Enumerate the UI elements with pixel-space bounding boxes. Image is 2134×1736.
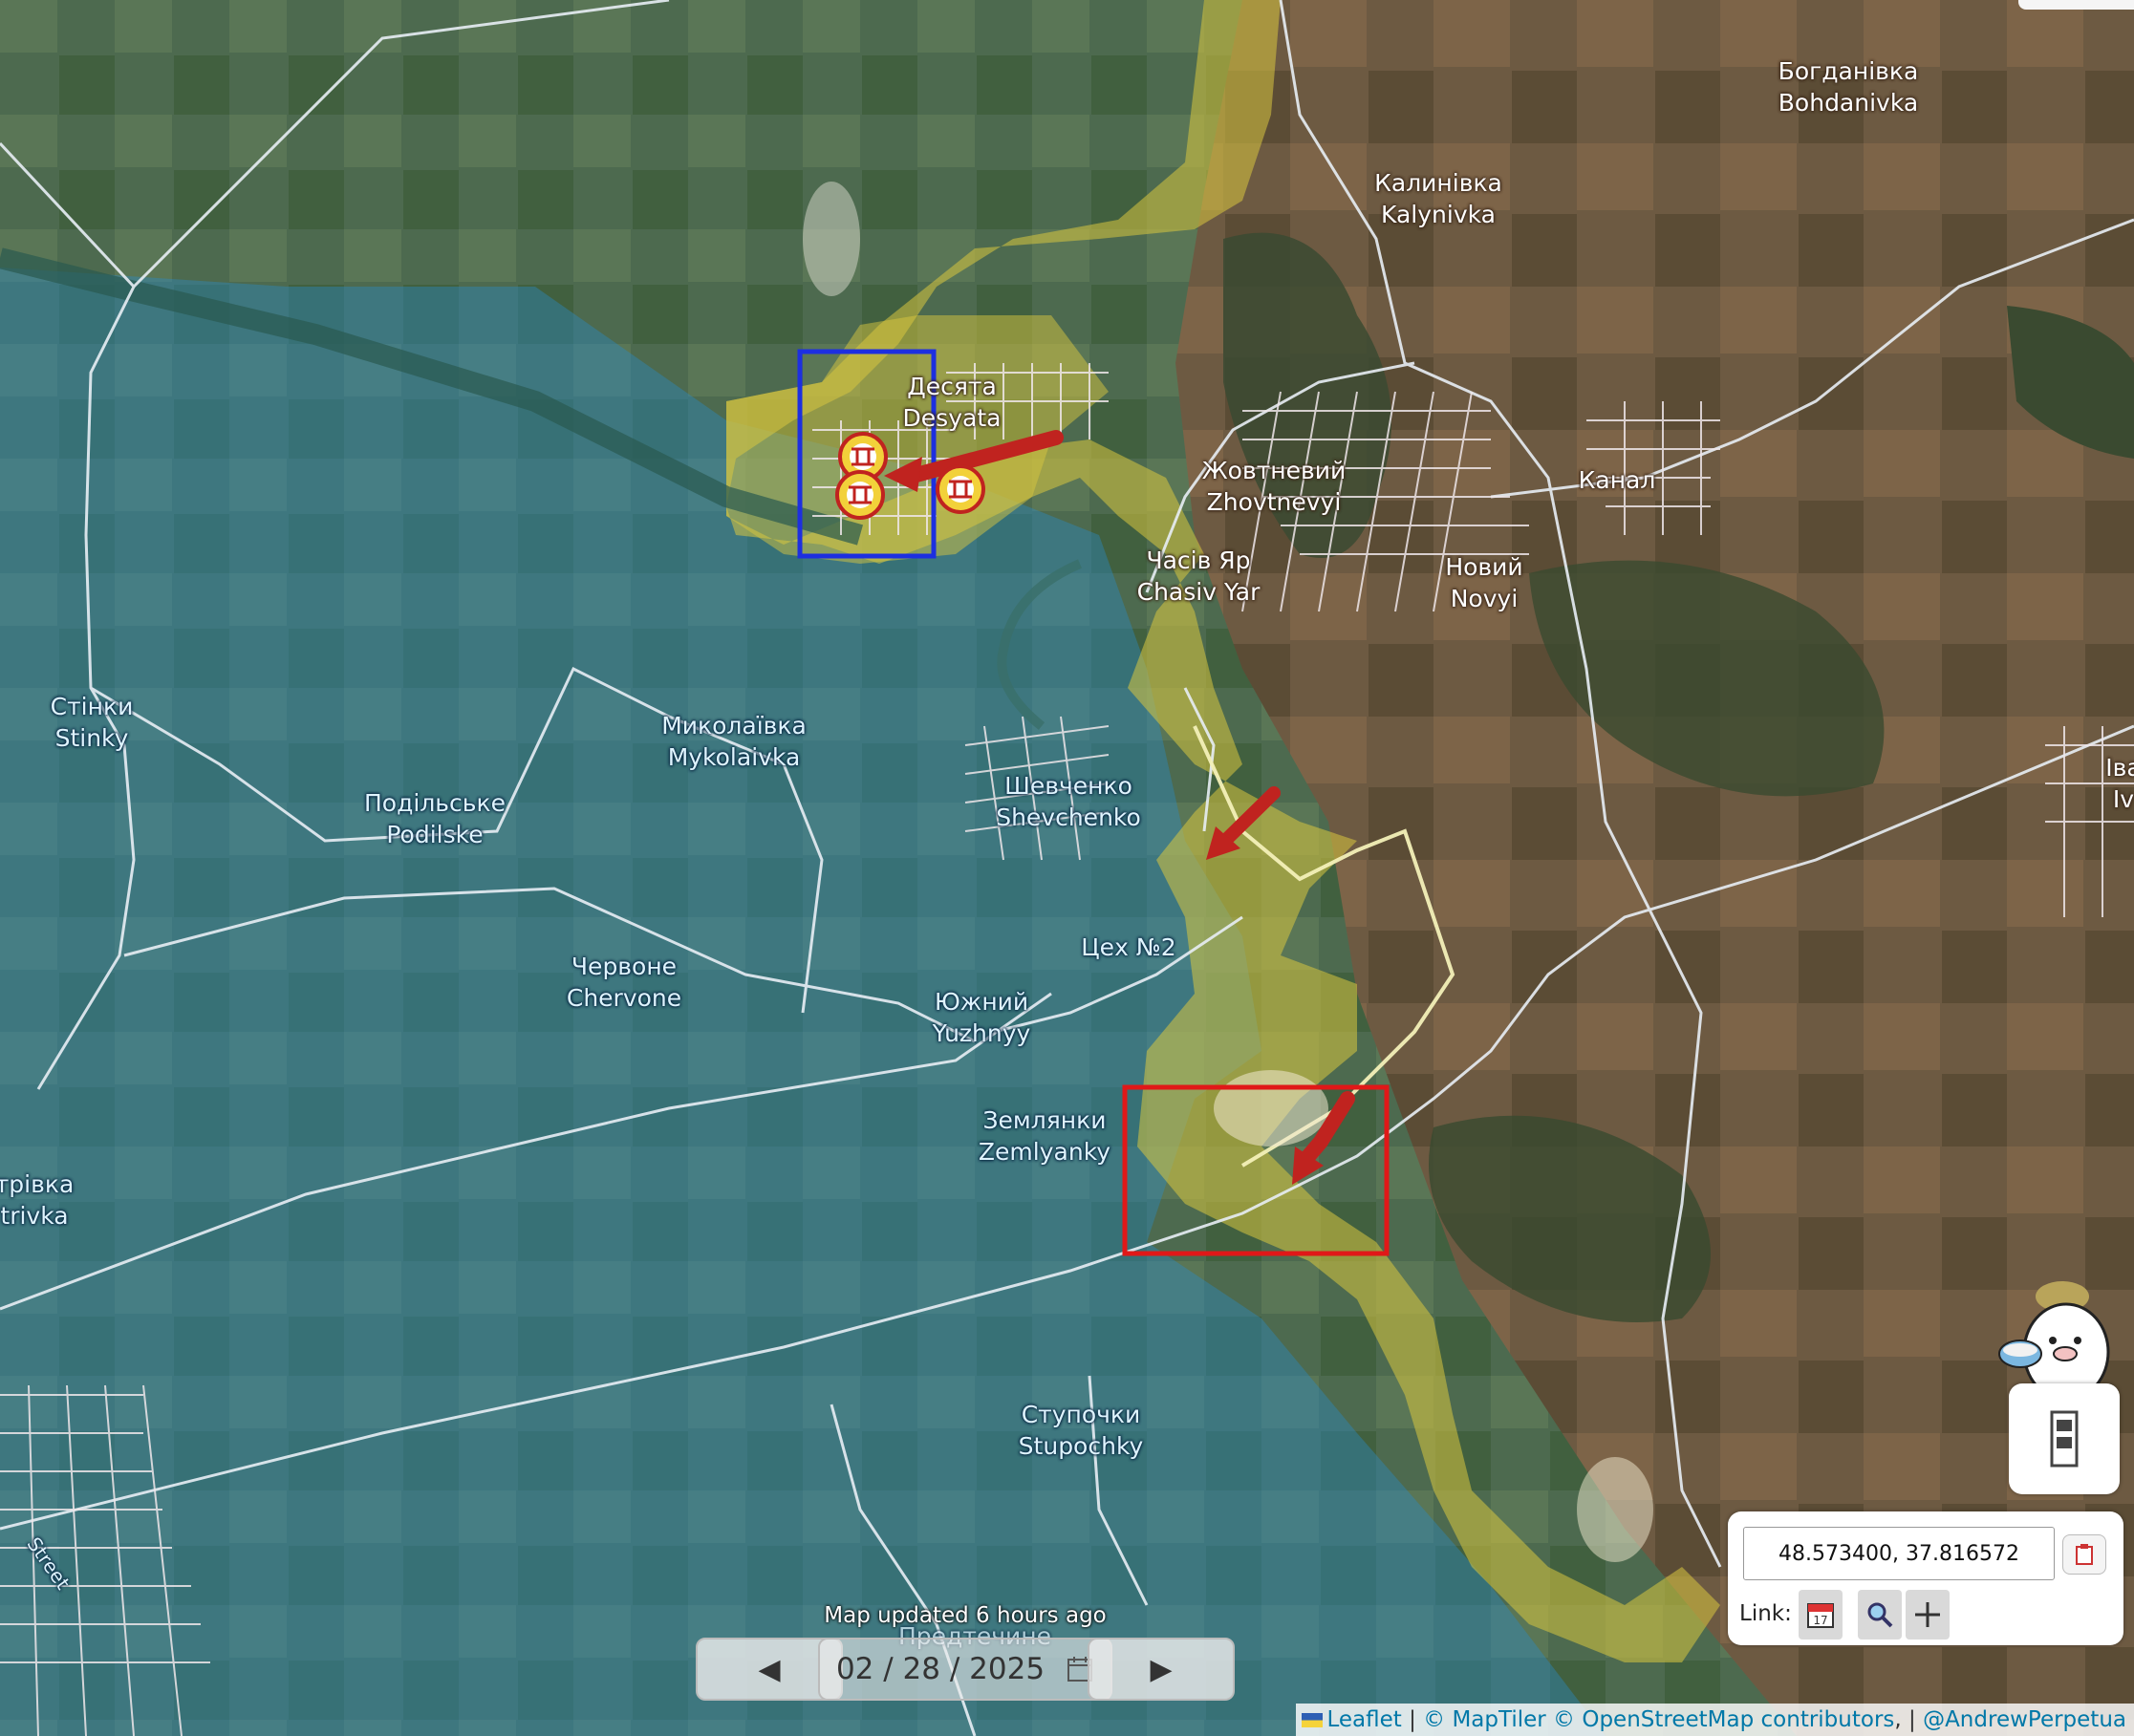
clipboard-icon [2076,1544,2093,1565]
author-link[interactable]: @AndrewPerpetua [1923,1707,2126,1732]
attrib-space [1546,1707,1553,1732]
map-updated-text: Map updated 6 hours ago [824,1603,1107,1628]
coordinates-field[interactable] [1743,1527,2055,1580]
drone-icon[interactable] [835,470,885,520]
svg-text:17: 17 [1813,1614,1827,1627]
place-label-bohdanivka: Богданівка Bohdanivka [1778,57,1919,117]
place-label-stupochky: Ступочки Stupochky [1018,1401,1144,1460]
place-label-yuzhnyi: Южний Yuzhnyy [932,988,1031,1047]
place-label-chasiv-yar: Часів Яр Chasiv Yar [1136,547,1261,606]
date-picker[interactable]: 02 / 28 / 2025 [818,1638,1112,1701]
place-label-podilske: Подільське Podilske [364,789,506,848]
copy-coords-button[interactable] [2062,1534,2106,1575]
link-label: Link: [1739,1601,1792,1626]
link-date-button[interactable]: 17 [1799,1590,1843,1640]
place-label-stinky: Стінки Stinky [50,693,134,752]
map-canvas[interactable] [0,0,2134,1736]
place-label-chervone: Червоне Chervone [566,953,682,1012]
chevron-right-icon: ▶ [1150,1652,1173,1686]
place-label-zhovtnevyi: Жовтневий Zhovtnevyi [1201,457,1347,516]
place-label-desyata: Десята Desyata [902,373,1002,432]
coordinate-panel: Link: 17 [1728,1511,2123,1645]
timeline-button[interactable] [2009,1383,2120,1494]
chevron-left-icon: ◀ [758,1652,781,1686]
maptiler-link[interactable]: © MapTiler [1423,1707,1546,1732]
layer-control[interactable] [2018,0,2134,10]
place-label-novyi: Новий Novyi [1445,553,1523,612]
magnifier-icon [1867,1602,1893,1628]
place-label-mykolaivka: Миколаївка Mykolaivka [661,712,807,771]
attrib-sep: | [1401,1707,1424,1732]
place-label-ostrivka: трівка trivka [0,1170,75,1230]
attribution-bar: Leaflet | © MapTiler © OpenStreetMap con… [1296,1704,2134,1736]
place-label-zemlyanky: Землянки Zemlyanky [978,1106,1111,1166]
place-label-tsekh2: Цех №2 [1081,933,1176,961]
drone-icon[interactable] [936,464,985,514]
mascot-icon [1998,1281,2110,1400]
date-value: 02 / 28 / 2025 [835,1652,1045,1686]
place-label-shevchenko: Шевченко Shevchenko [996,772,1141,831]
link-position-button[interactable] [1906,1590,1950,1640]
next-date-button[interactable]: ▶ [1088,1638,1235,1701]
crosshair-icon [1915,1602,1940,1627]
place-label-kanal: Канал [1578,466,1656,494]
link-zoom-button[interactable] [1858,1590,1902,1640]
ukraine-flag-icon [1302,1712,1324,1727]
place-label-iva: ІваIv [2105,754,2134,813]
place-label-kalynivka: Калинівка Kalynivka [1374,169,1502,228]
film-icon [2050,1410,2079,1468]
attrib-sep: , | [1894,1707,1924,1732]
calendar-icon: 17 [1807,1603,1834,1628]
osm-link[interactable]: © OpenStreetMap contributors [1553,1707,1894,1732]
leaflet-link[interactable]: Leaflet [1326,1707,1401,1732]
